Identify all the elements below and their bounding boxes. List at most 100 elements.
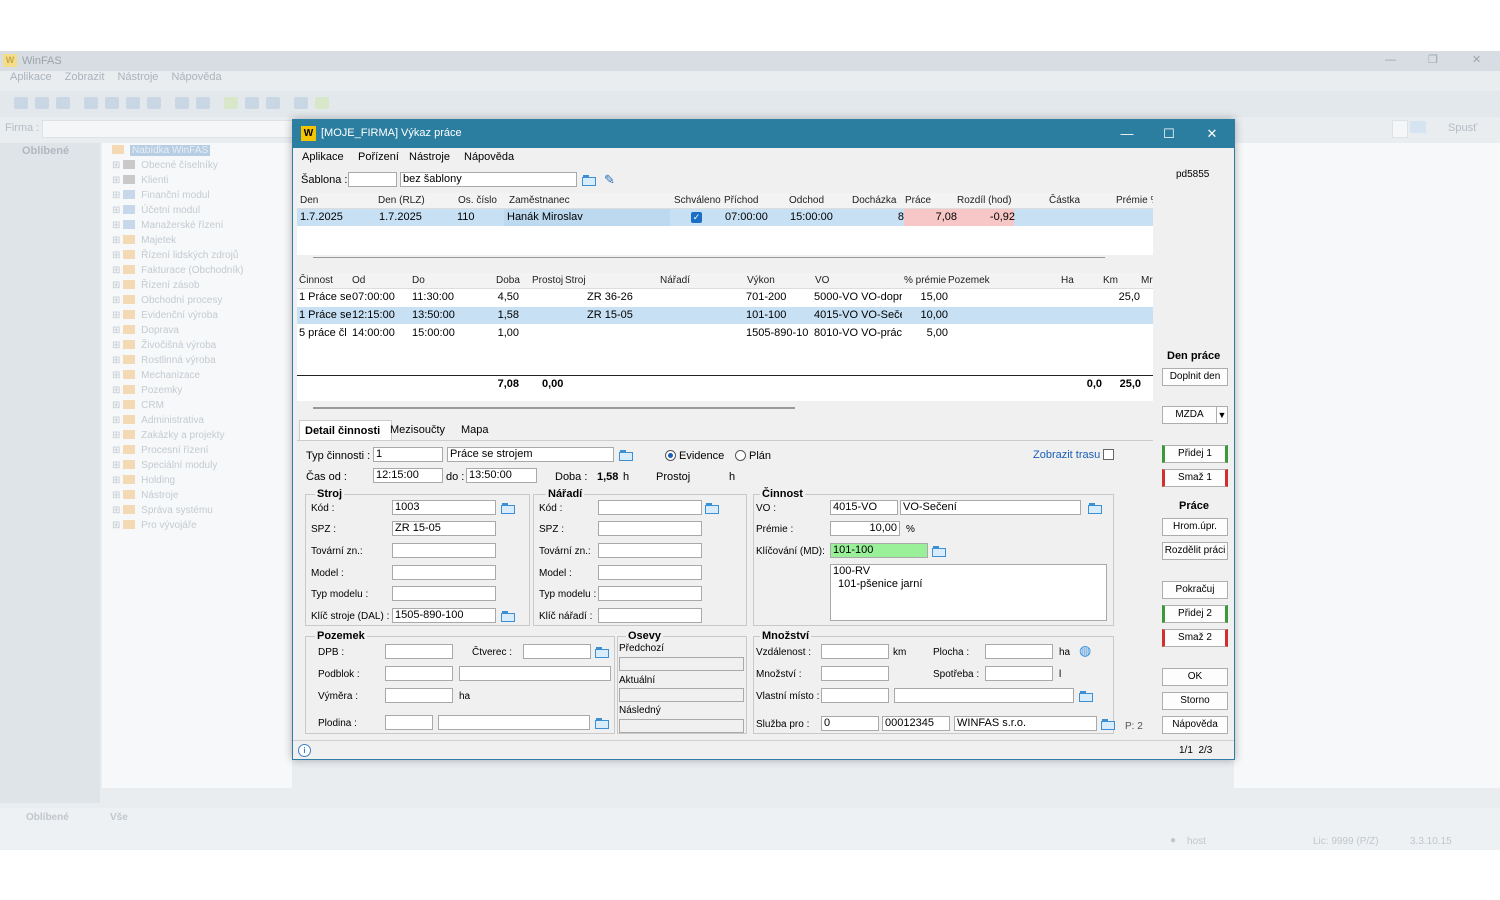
tab-mezisoucty[interactable]: Mezisoučty — [390, 420, 445, 440]
firma-input[interactable] — [42, 120, 294, 138]
col-castka[interactable]: Částka — [1049, 195, 1080, 206]
tree-item[interactable]: ⊞ Pozemky — [112, 385, 182, 399]
menu-napoveda[interactable]: Nápověda — [464, 151, 514, 163]
bg-menu-nastroje[interactable]: Nástroje — [117, 71, 158, 83]
stroj-tovarni-input[interactable] — [392, 543, 496, 558]
zobrazit-trasu-label[interactable]: Zobrazit trasu — [1033, 449, 1100, 461]
naradi-klic-input[interactable] — [598, 608, 702, 623]
maximize-button[interactable]: ☐ — [1156, 124, 1182, 144]
firma-dropdown[interactable] — [1392, 120, 1408, 138]
help-icon[interactable] — [315, 97, 329, 109]
col-doba[interactable]: Doba — [496, 275, 520, 286]
tree-item[interactable]: ⊞ Procesní řízení — [112, 445, 208, 459]
mzda-button[interactable]: MZDA — [1162, 406, 1217, 424]
naradi-spz-input[interactable] — [598, 521, 702, 536]
col-schvaleno[interactable]: Schváleno — [674, 195, 721, 206]
tool-icon[interactable] — [245, 97, 259, 109]
horizontal-scrollbar[interactable] — [313, 407, 795, 409]
col-prostoj[interactable]: Prostoj — [532, 275, 563, 286]
podblok-input[interactable] — [385, 666, 453, 681]
sluzba-ico-input[interactable]: 00012345 — [882, 716, 950, 731]
tree-item[interactable]: ⊞ Klienti — [112, 175, 168, 189]
stroj-klic-input[interactable]: 1505-890-100 — [392, 608, 496, 623]
premie-input[interactable]: 10,00 — [830, 521, 900, 536]
col-pozemek[interactable]: Pozemek — [948, 275, 990, 286]
tool-icon[interactable] — [56, 97, 70, 109]
spust-button[interactable]: Spusť — [1448, 122, 1477, 134]
tree-item[interactable]: ⊞ Manažerské řízení — [112, 220, 223, 234]
naradi-typ-input[interactable] — [598, 586, 702, 601]
menu-porizeni[interactable]: Pořízení — [358, 151, 399, 163]
tree-item[interactable]: ⊞ CRM — [112, 400, 164, 414]
stroj-spz-input[interactable]: ZR 15-05 — [392, 521, 496, 536]
col-vo[interactable]: VO — [815, 275, 829, 286]
edit-pencil-icon[interactable]: ✎ — [604, 172, 615, 188]
minimize-icon[interactable]: — — [1385, 54, 1396, 66]
refresh-icon[interactable] — [126, 97, 140, 109]
col-do[interactable]: Do — [412, 275, 425, 286]
tree-item[interactable]: ⊞ Obecné číselníky — [112, 160, 218, 174]
folder-icon[interactable] — [932, 545, 947, 558]
smaz-2-button[interactable]: Smaž 2 — [1162, 629, 1228, 647]
tree-item[interactable]: ⊞ Obchodní procesy — [112, 295, 222, 309]
folder-icon[interactable] — [501, 610, 516, 623]
tab-oblibene[interactable]: Oblíbené — [26, 812, 69, 823]
rozdelit-praci-button[interactable]: Rozdělit práci — [1162, 542, 1228, 560]
tab-vse[interactable]: Vše — [110, 812, 128, 823]
plodina-name-input[interactable] — [438, 715, 590, 730]
tree-item[interactable]: ⊞ Mechanizace — [112, 370, 200, 384]
folder-icon[interactable] — [705, 502, 720, 515]
mzda-dropdown-arrow-icon[interactable]: ▼ — [1216, 406, 1228, 424]
mnozstvi-input[interactable] — [821, 666, 889, 681]
plodina-code-input[interactable] — [385, 715, 433, 730]
vlastni-misto-code[interactable] — [821, 688, 889, 703]
stroj-typ-input[interactable] — [392, 586, 496, 601]
smaz-1-button[interactable]: Smaž 1 — [1162, 469, 1228, 487]
tree-item[interactable]: ⊞ Řízení lidských zdrojů — [112, 250, 238, 264]
tree-item[interactable]: ⊞ Holding — [112, 475, 175, 489]
typ-cinnosti-name[interactable]: Práce se strojem — [447, 447, 614, 462]
menu-nastroje[interactable]: Nástroje — [409, 151, 450, 163]
col-rozdil[interactable]: Rozdíl (hod) — [957, 195, 1011, 206]
naradi-tovarni-input[interactable] — [598, 543, 702, 558]
tool-icon[interactable] — [224, 97, 238, 109]
menu-aplikace[interactable]: Aplikace — [302, 151, 344, 163]
col-os-cislo[interactable]: Os. číslo — [458, 195, 497, 206]
tree-item[interactable]: ⊞ Speciální moduly — [112, 460, 217, 474]
col-odchod[interactable]: Odchod — [789, 195, 824, 206]
hrom-upr-button[interactable]: Hrom.úpr. — [1162, 518, 1228, 536]
col-prichod[interactable]: Příchod — [724, 195, 758, 206]
vymera-input[interactable] — [385, 688, 453, 703]
folder-icon[interactable] — [501, 502, 516, 515]
col-den[interactable]: Den — [300, 195, 318, 206]
podblok-name-input[interactable] — [459, 666, 611, 681]
col-den-rlz[interactable]: Den (RLZ) — [378, 195, 425, 206]
tree-item[interactable]: ⊞ Nástroje — [112, 490, 178, 504]
globe-icon[interactable]: ◍ — [1079, 642, 1091, 659]
settings-icon[interactable] — [266, 97, 280, 109]
sablona-code-input[interactable] — [348, 172, 397, 187]
tree-item[interactable]: ⊞ Fakturace (Obchodník) — [112, 265, 243, 279]
tree-item[interactable]: ⊞ Správa systému — [112, 505, 213, 519]
pridej-2-button[interactable]: Přidej 2 — [1162, 605, 1228, 623]
col-mr[interactable]: Mr — [1141, 275, 1153, 286]
bg-menu-aplikace[interactable]: Aplikace — [10, 71, 52, 83]
back-icon[interactable] — [84, 97, 98, 109]
minimize-button[interactable]: — — [1114, 124, 1140, 144]
col-vykon[interactable]: Výkon — [747, 275, 775, 286]
col-pct-premie[interactable]: % prémie — [904, 275, 946, 286]
col-cinnost[interactable]: Činnost — [299, 275, 333, 286]
col-ha[interactable]: Ha — [1061, 275, 1074, 286]
info-icon[interactable]: i — [298, 744, 311, 757]
close-icon[interactable]: ✕ — [1472, 53, 1481, 66]
zobrazit-trasu-checkbox[interactable] — [1103, 449, 1114, 460]
tool-icon[interactable] — [294, 97, 308, 109]
tree-item[interactable]: ⊞ Řízení zásob — [112, 280, 200, 294]
folder-icon[interactable] — [1079, 690, 1094, 703]
folder-icon[interactable] — [595, 646, 610, 659]
plan-radio[interactable] — [735, 450, 746, 461]
folder-icon[interactable] — [1101, 718, 1116, 731]
tool-icon[interactable] — [14, 97, 28, 109]
tree-item[interactable]: ⊞ Účetní modul — [112, 205, 200, 219]
spotreba-input[interactable] — [985, 666, 1053, 681]
